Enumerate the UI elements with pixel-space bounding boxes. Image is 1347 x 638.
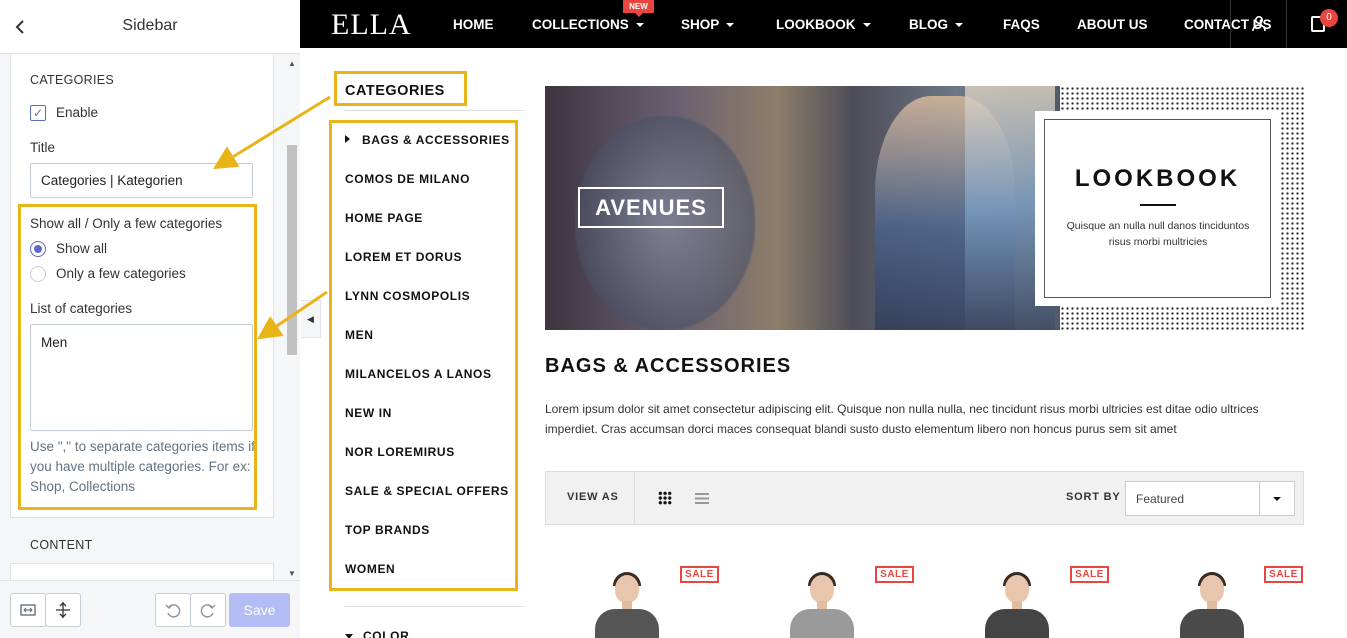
enable-label: Enable	[56, 105, 99, 120]
chevron-down-icon	[862, 23, 871, 28]
sort-by-label: SORT BY	[1066, 491, 1121, 503]
sale-badge: SALE	[875, 566, 914, 583]
sort-select-value: Featured	[1136, 492, 1185, 506]
title-label: Title	[30, 140, 56, 155]
user-icon[interactable]	[1252, 15, 1266, 32]
banner-label: AVENUES	[578, 187, 724, 228]
collection-toolbar: VIEW AS SORT BY Featured	[545, 471, 1304, 525]
nav-about-us-label: ABOUT US	[1077, 17, 1148, 32]
sale-badge: SALE	[1070, 566, 1109, 583]
scroll-down-icon[interactable]: ▼	[288, 569, 296, 578]
nav-about-us[interactable]: ABOUT US	[1077, 17, 1148, 32]
divider	[345, 110, 525, 111]
redo-icon[interactable]	[190, 593, 226, 627]
topbar-divider	[1286, 0, 1287, 48]
title-input[interactable]: Categories | Kategorien	[30, 163, 253, 198]
list-view-icon[interactable]	[695, 493, 709, 504]
product-card[interactable]	[575, 565, 695, 638]
view-as-label: VIEW AS	[567, 491, 619, 503]
editor-footer: Save	[0, 580, 300, 638]
nav-home-label: HOME	[453, 17, 494, 32]
product-card[interactable]	[1160, 565, 1280, 638]
enable-checkbox[interactable]: ✓	[30, 105, 46, 121]
nav-shop[interactable]: SHOP	[681, 17, 735, 32]
nav-lookbook-label: LOOKBOOK	[776, 17, 856, 32]
product-card[interactable]	[770, 565, 890, 638]
nav-lookbook[interactable]: LOOKBOOK	[776, 17, 871, 32]
editor-header: Sidebar	[0, 0, 300, 54]
toolbar-divider	[634, 472, 635, 524]
highlight-box-categories	[329, 120, 518, 591]
lookbook-text: Quisque an nulla null danos tinciduntos …	[1066, 220, 1250, 248]
editor-scrollbar[interactable]: ▲ ▼	[284, 55, 300, 580]
store-logo[interactable]: ELLA	[331, 8, 412, 42]
cart-count-badge: 0	[1320, 9, 1338, 27]
sale-badge: SALE	[1264, 566, 1303, 583]
undo-icon[interactable]	[155, 593, 191, 627]
nav-blog[interactable]: BLOG	[909, 17, 963, 32]
filter-color-label: COLOR	[363, 629, 410, 638]
highlight-box-editor	[18, 204, 257, 510]
nav-blog-label: BLOG	[909, 17, 948, 32]
grid-view-icon[interactable]	[658, 491, 672, 505]
highlight-box-title	[334, 71, 467, 106]
section-heading-categories: CATEGORIES	[30, 73, 115, 87]
nav-collections-label: COLLECTIONS	[532, 17, 629, 32]
fit-width-icon[interactable]	[10, 593, 46, 627]
collection-description: Lorem ipsum dolor sit amet consectetur a…	[545, 402, 1259, 436]
topbar-divider	[1230, 0, 1231, 48]
chevron-down-icon	[955, 23, 963, 28]
collapse-panel-toggle[interactable]: ◀	[301, 300, 321, 338]
nav-collections[interactable]: COLLECTIONS	[532, 17, 644, 32]
nav-faqs[interactable]: FAQS	[1003, 17, 1040, 32]
nav-home[interactable]: HOME	[453, 17, 494, 32]
chevron-down-icon[interactable]	[1259, 482, 1294, 515]
lookbook-divider	[1140, 204, 1176, 206]
lookbook-card[interactable]	[1035, 111, 1279, 306]
scroll-up-icon[interactable]: ▲	[288, 59, 296, 68]
chevron-down-icon	[635, 23, 644, 28]
section-heading-content: CONTENT	[30, 538, 93, 552]
nav-shop-label: SHOP	[681, 17, 720, 32]
chevron-down-icon	[726, 23, 735, 28]
new-badge: NEW	[623, 0, 654, 17]
filter-color[interactable]: COLOR	[345, 629, 409, 638]
sale-badge: SALE	[680, 566, 719, 583]
caret-down-icon	[345, 634, 353, 638]
nav-faqs-label: FAQS	[1003, 17, 1040, 32]
sort-select[interactable]: Featured	[1125, 481, 1295, 516]
editor-title: Sidebar	[122, 17, 178, 34]
lookbook-title: LOOKBOOK	[1074, 165, 1241, 192]
product-card[interactable]	[965, 565, 1085, 638]
scrollbar-thumb[interactable]	[287, 145, 297, 355]
save-button[interactable]: Save	[229, 593, 290, 627]
divider	[345, 606, 525, 607]
collection-title: BAGS & ACCESSORIES	[545, 355, 792, 377]
content-settings-card	[10, 563, 274, 580]
inspect-icon[interactable]	[45, 593, 81, 627]
